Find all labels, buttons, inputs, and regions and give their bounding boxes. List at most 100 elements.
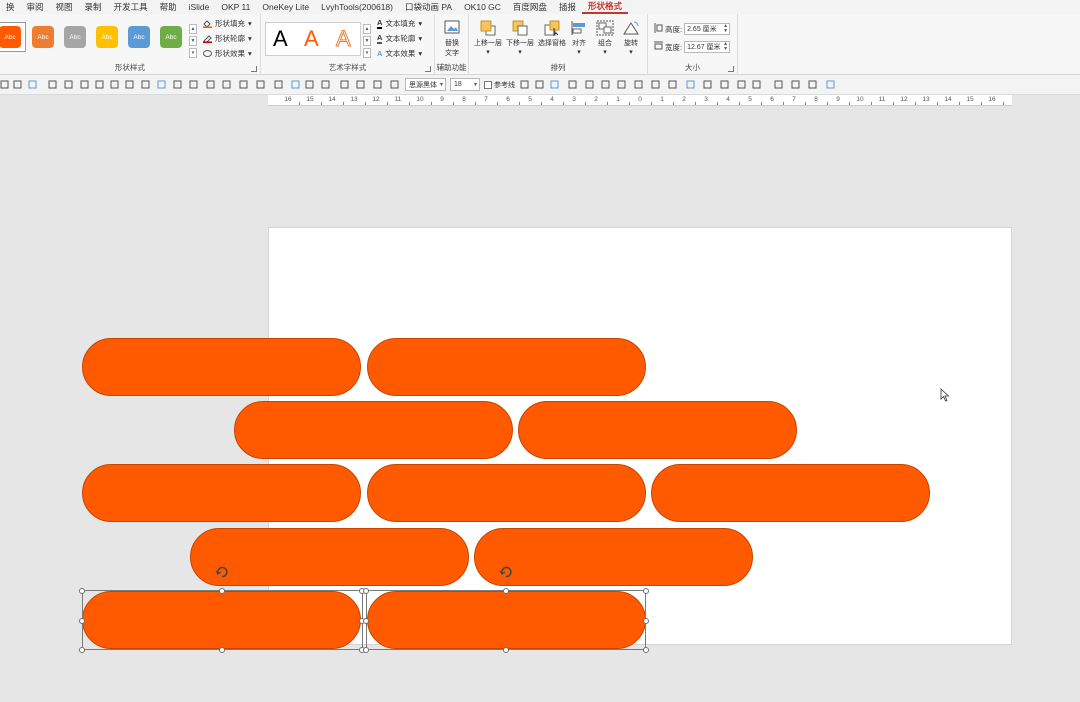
text-fill-button[interactable]: A 文本填充 ▾ [377, 18, 422, 29]
font-name-select[interactable]: 思源黑体 ▾ [405, 78, 446, 91]
qat-left-icon-10[interactable] [157, 80, 166, 89]
menu-item-7[interactable]: OKP 11 [215, 0, 256, 14]
qat-left-icon-24[interactable] [390, 80, 399, 89]
text-effects-button[interactable]: A 文本效果 ▾ [377, 48, 422, 59]
wordart-scroll-up[interactable]: ▲ [363, 24, 371, 34]
menu-item-13[interactable]: 插报 [553, 0, 582, 14]
resize-handle[interactable] [219, 647, 225, 653]
menu-item-3[interactable]: 录制 [79, 0, 108, 14]
checkbox-box[interactable] [484, 81, 492, 89]
bring-forward-button[interactable]: 上移一层 ▾ [471, 18, 505, 56]
guides-checkbox[interactable]: 参考线 [484, 80, 515, 90]
shape-effects-button[interactable]: 形状效果 ▾ [203, 48, 252, 59]
width-input[interactable]: 12.67 厘米 ▲ ▼ [684, 41, 731, 53]
qat-right-icon-9[interactable] [668, 80, 677, 89]
send-backward-button[interactable]: 下移一层 ▾ [503, 18, 537, 56]
qat-right-icon-0[interactable] [520, 80, 529, 89]
font-size-select[interactable]: 18 ▾ [450, 78, 480, 91]
rounded-rectangle-shape[interactable] [367, 464, 646, 522]
qat-right-icon-16[interactable] [791, 80, 800, 89]
qat-right-icon-2[interactable] [550, 80, 559, 89]
qat-left-icon-6[interactable] [95, 80, 104, 89]
qat-right-icon-3[interactable] [568, 80, 577, 89]
rotate-button[interactable]: 旋转 ▾ [617, 18, 645, 56]
qat-right-icon-14[interactable] [752, 80, 761, 89]
qat-left-icon-21[interactable] [340, 80, 349, 89]
wordart-scroll-down[interactable]: ▼ [363, 36, 371, 46]
menu-item-14[interactable]: 形状格式 [581, 0, 628, 14]
wordart-orange[interactable]: A [304, 26, 319, 52]
qat-left-icon-16[interactable] [256, 80, 265, 89]
dialog-launcher-icon[interactable] [728, 66, 734, 72]
rounded-rectangle-shape[interactable] [651, 464, 930, 522]
qat-right-icon-6[interactable] [617, 80, 626, 89]
wordart-outline[interactable]: A [336, 26, 352, 52]
shape-style-swatch-3[interactable]: Abc [96, 26, 118, 48]
spinner-icon[interactable]: ▲ ▼ [723, 24, 728, 34]
qat-left-icon-19[interactable] [305, 80, 314, 89]
qat-left-icon-15[interactable] [239, 80, 248, 89]
shape-style-swatch-4[interactable]: Abc [128, 26, 150, 48]
group-button[interactable]: 组合 ▾ [591, 18, 619, 56]
resize-handle[interactable] [503, 588, 509, 594]
resize-handle[interactable] [363, 617, 369, 624]
qat-left-icon-12[interactable] [189, 80, 198, 89]
selection-pane-button[interactable]: 选择窗格 [535, 18, 569, 48]
qat-right-icon-18[interactable] [826, 80, 835, 89]
menu-item-9[interactable]: LvyhTools(200618) [315, 0, 399, 14]
qat-right-icon-10[interactable] [686, 80, 695, 89]
shape-outline-button[interactable]: 形状轮廓 ▾ [203, 33, 252, 44]
qat-right-icon-17[interactable] [808, 80, 817, 89]
qat-right-icon-4[interactable] [585, 80, 594, 89]
shape-style-swatch-0[interactable]: Abc [0, 26, 21, 48]
qat-left-icon-23[interactable] [373, 80, 382, 89]
qat-left-icon-4[interactable] [64, 80, 73, 89]
rounded-rectangle-shape[interactable] [518, 401, 797, 459]
qat-right-icon-7[interactable] [634, 80, 643, 89]
rounded-rectangle-shape[interactable] [190, 528, 469, 586]
rounded-rectangle-shape[interactable] [367, 338, 646, 396]
qat-right-icon-15[interactable] [774, 80, 783, 89]
menu-item-4[interactable]: 开发工具 [108, 0, 154, 14]
qat-right-icon-8[interactable] [651, 80, 660, 89]
menu-item-5[interactable]: 帮助 [154, 0, 183, 14]
rounded-rectangle-shape[interactable] [82, 338, 361, 396]
dialog-launcher-icon[interactable] [251, 66, 257, 72]
resize-handle[interactable] [219, 588, 225, 594]
menu-item-1[interactable]: 审阅 [21, 0, 50, 14]
qat-right-icon-11[interactable] [703, 80, 712, 89]
rounded-rectangle-shape[interactable] [367, 591, 646, 649]
dialog-launcher-icon[interactable] [425, 66, 431, 72]
qat-right-icon-5[interactable] [601, 80, 610, 89]
menu-item-8[interactable]: OneKey Lite [256, 0, 315, 14]
qat-left-icon-14[interactable] [222, 80, 231, 89]
shape-fill-button[interactable]: 形状填充 ▾ [203, 18, 252, 29]
menu-item-11[interactable]: OK10 GC [458, 0, 507, 14]
qat-left-icon-3[interactable] [48, 80, 57, 89]
resize-handle[interactable] [79, 647, 85, 653]
resize-handle[interactable] [503, 647, 509, 653]
resize-handle[interactable] [363, 647, 369, 653]
rounded-rectangle-shape[interactable] [82, 591, 361, 649]
resize-handle[interactable] [79, 588, 85, 594]
gallery-scroll-up[interactable]: ▲ [189, 24, 197, 34]
qat-right-icon-1[interactable] [535, 80, 544, 89]
wordart-more[interactable]: ▾ [363, 48, 371, 58]
rotate-handle-icon[interactable] [499, 565, 513, 579]
qat-left-icon-5[interactable] [80, 80, 89, 89]
spinner-icon[interactable]: ▲ ▼ [723, 42, 728, 52]
gallery-more[interactable]: ▾ [189, 48, 197, 58]
menu-item-6[interactable]: iSlide [183, 0, 216, 14]
wordart-black[interactable]: A [273, 26, 288, 52]
rotate-handle-icon[interactable] [215, 565, 229, 579]
shape-style-swatch-1[interactable]: Abc [32, 26, 54, 48]
qat-left-icon-1[interactable] [13, 80, 22, 89]
rounded-rectangle-shape[interactable] [474, 528, 753, 586]
resize-handle[interactable] [643, 588, 649, 594]
rounded-rectangle-shape[interactable] [82, 464, 361, 522]
resize-handle[interactable] [79, 617, 85, 624]
alt-text-button[interactable]: 替换 文字 [435, 18, 469, 58]
menu-item-10[interactable]: 口袋动画 PA [399, 0, 458, 14]
resize-handle[interactable] [643, 617, 649, 624]
gallery-scroll-down[interactable]: ▼ [189, 36, 197, 46]
